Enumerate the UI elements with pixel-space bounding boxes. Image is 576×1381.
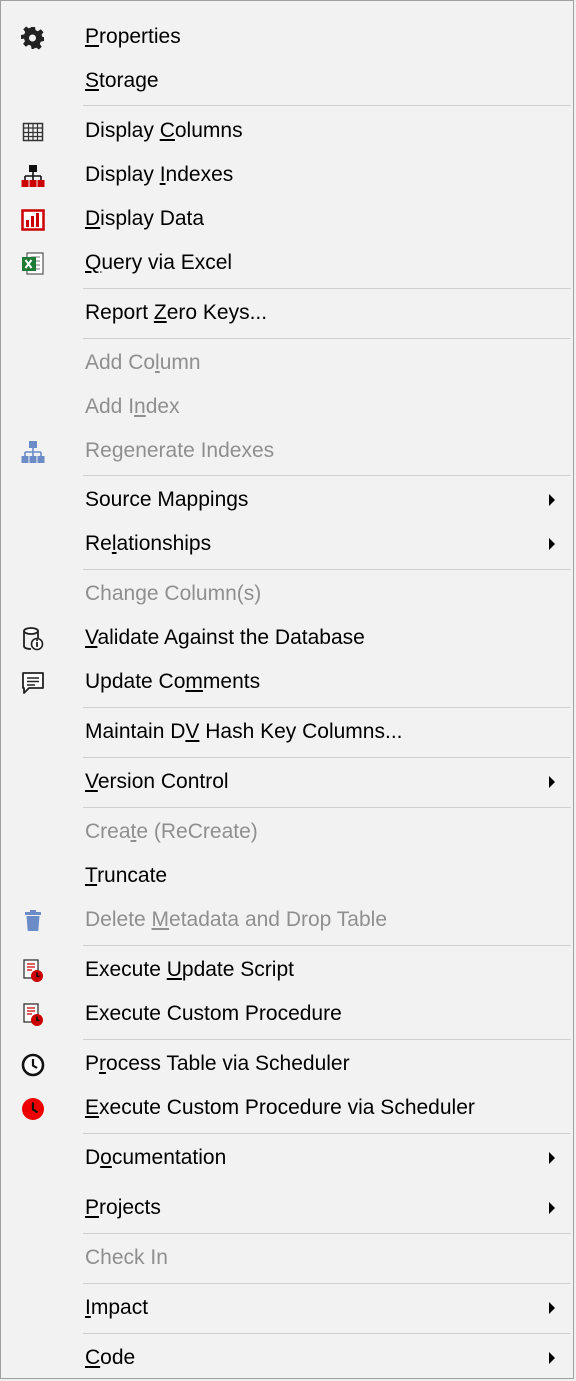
menu-item-version-control[interactable]: Version Control xyxy=(1,759,573,805)
submenu-arrow-icon xyxy=(549,494,555,506)
menu-item-impact[interactable]: Impact xyxy=(1,1285,573,1331)
submenu-arrow-icon xyxy=(549,1352,555,1364)
menu-separator xyxy=(83,569,571,570)
menu-item-execute-custom-procedure[interactable]: Execute Custom Procedure xyxy=(1,991,573,1037)
menu-item-change-columns[interactable]: Change Column(s) xyxy=(1,571,573,617)
menu-item-add-column[interactable]: Add Column xyxy=(1,340,573,386)
menu-item-execute-update-script[interactable]: Execute Update Script xyxy=(1,947,573,993)
submenu-arrow-icon xyxy=(549,776,555,788)
script-run-icon xyxy=(21,959,45,983)
menu-item-label: Documentation xyxy=(85,1146,227,1169)
menu-item-label: Source Mappings xyxy=(85,488,249,511)
menu-item-truncate[interactable]: Truncate xyxy=(1,853,573,899)
menu-item-label: Code xyxy=(85,1346,136,1369)
menu-item-maintain-dv-hash-key-columns[interactable]: Maintain DV Hash Key Columns... xyxy=(1,709,573,755)
menu-item-label: Process Table via Scheduler xyxy=(85,1052,350,1075)
menu-item-label: Execute Custom Procedure via Scheduler xyxy=(85,1096,475,1119)
comment-icon xyxy=(21,671,45,695)
menu-item-documentation[interactable]: Documentation xyxy=(1,1135,573,1181)
menu-separator xyxy=(83,945,571,946)
menu-item-label: Delete Metadata and Drop Table xyxy=(85,908,387,931)
script-run-icon xyxy=(21,1003,45,1027)
menu-item-label: Relationships xyxy=(85,532,212,555)
menu-item-label: Maintain DV Hash Key Columns... xyxy=(85,720,403,743)
menu-item-check-in[interactable]: Check In xyxy=(1,1235,573,1281)
clock-red-icon xyxy=(21,1097,45,1121)
bar-chart-icon xyxy=(21,208,45,232)
menu-item-display-indexes[interactable]: Display Indexes xyxy=(1,152,573,198)
menu-item-label: Impact xyxy=(85,1296,149,1319)
menu-item-label: Validate Against the Database xyxy=(85,626,365,649)
menu-item-code[interactable]: Code xyxy=(1,1335,573,1381)
menu-item-add-index[interactable]: Add Index xyxy=(1,384,573,430)
hierarchy-icon xyxy=(21,164,45,188)
database-info-icon xyxy=(21,627,45,651)
menu-separator xyxy=(83,757,571,758)
menu-item-label: Storage xyxy=(85,69,159,92)
menu-separator xyxy=(83,1039,571,1040)
grid-icon xyxy=(21,120,45,144)
menu-separator xyxy=(83,105,571,106)
menu-item-delete-metadata-drop-table[interactable]: Delete Metadata and Drop Table xyxy=(1,897,573,943)
menu-item-update-comments[interactable]: Update Comments xyxy=(1,659,573,705)
menu-separator xyxy=(83,1133,571,1134)
menu-separator xyxy=(83,338,571,339)
submenu-arrow-icon xyxy=(549,538,555,550)
menu-item-label: Add Index xyxy=(85,395,180,418)
menu-separator xyxy=(83,1233,571,1234)
menu-item-label: Display Indexes xyxy=(85,163,234,186)
menu-item-label: Properties xyxy=(85,25,181,48)
menu-item-regenerate-indexes[interactable]: Regenerate Indexes xyxy=(1,428,573,474)
menu-separator xyxy=(83,1333,571,1334)
menu-item-properties[interactable]: Properties xyxy=(1,14,573,60)
menu-separator xyxy=(83,475,571,476)
submenu-arrow-icon xyxy=(549,1152,555,1164)
menu-item-label: Display Columns xyxy=(85,119,243,142)
menu-item-storage[interactable]: Storage xyxy=(1,58,573,104)
menu-item-label: Check In xyxy=(85,1246,168,1269)
menu-item-execute-custom-procedure-via-scheduler[interactable]: Execute Custom Procedure via Scheduler xyxy=(1,1085,573,1131)
menu-item-label: Update Comments xyxy=(85,670,261,693)
clock-icon xyxy=(21,1053,45,1077)
hierarchy-disabled-icon xyxy=(21,440,45,464)
menu-item-display-data[interactable]: Display Data xyxy=(1,196,573,242)
menu-item-label: Display Data xyxy=(85,207,205,230)
context-menu: Properties Storage Display Columns Displ… xyxy=(0,0,574,1379)
excel-icon xyxy=(21,252,45,276)
menu-item-label: Version Control xyxy=(85,770,229,793)
menu-item-relationships[interactable]: Relationships xyxy=(1,521,573,567)
menu-item-projects[interactable]: Projects xyxy=(1,1185,573,1231)
gear-icon xyxy=(21,26,45,50)
submenu-arrow-icon xyxy=(549,1202,555,1214)
menu-separator xyxy=(83,807,571,808)
menu-item-validate-against-database[interactable]: Validate Against the Database xyxy=(1,615,573,661)
menu-item-process-table-via-scheduler[interactable]: Process Table via Scheduler xyxy=(1,1041,573,1087)
menu-item-label: Truncate xyxy=(85,864,168,887)
menu-item-label: Execute Custom Procedure xyxy=(85,1002,342,1025)
menu-item-query-via-excel[interactable]: Query via Excel xyxy=(1,240,573,286)
menu-item-label: Query via Excel xyxy=(85,251,233,274)
trash-icon xyxy=(21,909,45,933)
menu-item-label: Execute Update Script xyxy=(85,958,294,981)
menu-item-label: Report Zero Keys... xyxy=(85,301,268,324)
menu-item-label: Projects xyxy=(85,1196,161,1219)
menu-item-display-columns[interactable]: Display Columns xyxy=(1,108,573,154)
menu-separator xyxy=(83,707,571,708)
menu-separator xyxy=(83,1283,571,1284)
menu-item-label: Change Column(s) xyxy=(85,582,262,605)
menu-item-label: Add Column xyxy=(85,351,201,374)
menu-item-label: Regenerate Indexes xyxy=(85,439,275,462)
menu-item-label: Create (ReCreate) xyxy=(85,820,258,843)
menu-item-report-zero-keys[interactable]: Report Zero Keys... xyxy=(1,290,573,336)
menu-item-source-mappings[interactable]: Source Mappings xyxy=(1,477,573,523)
submenu-arrow-icon xyxy=(549,1302,555,1314)
menu-separator xyxy=(83,288,571,289)
menu-item-create-recreate[interactable]: Create (ReCreate) xyxy=(1,809,573,855)
